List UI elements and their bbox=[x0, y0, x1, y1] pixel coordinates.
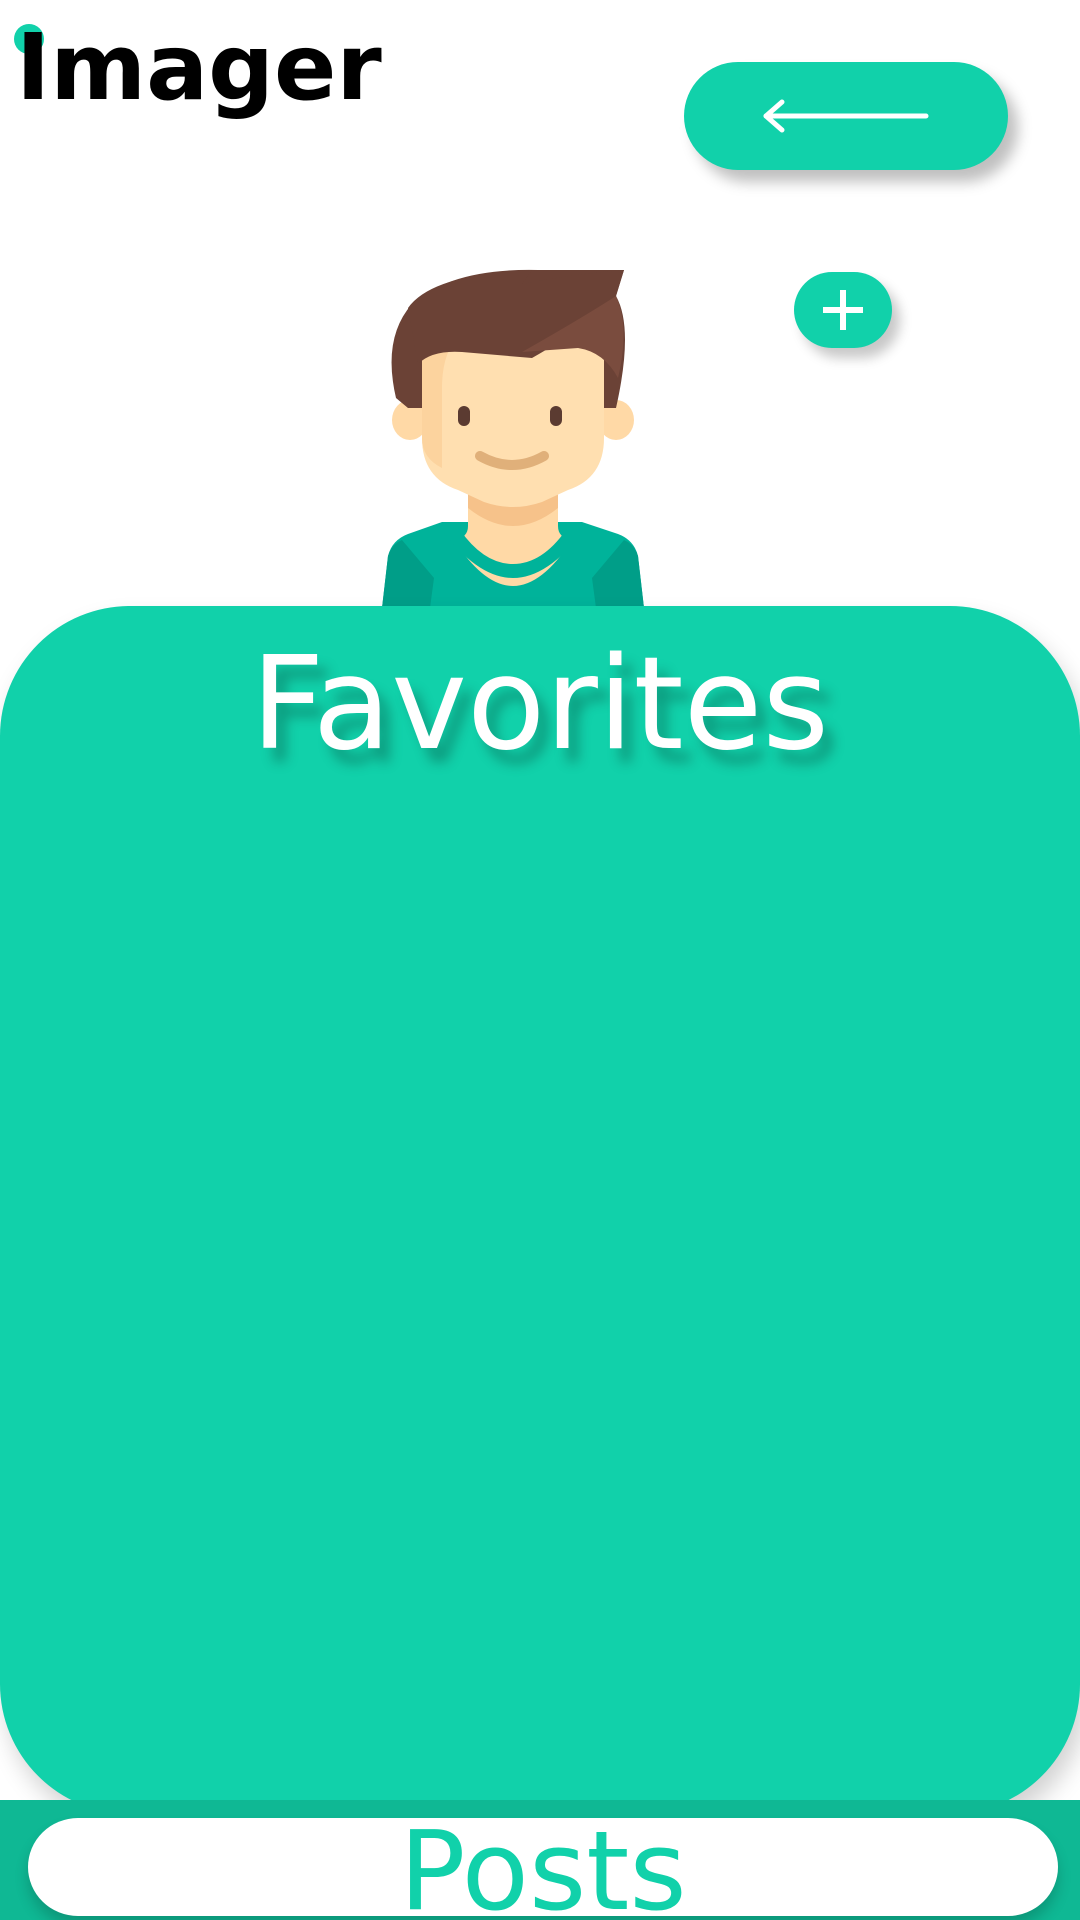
back-button[interactable] bbox=[684, 62, 1008, 170]
posts-tab[interactable]: Posts bbox=[28, 1818, 1058, 1916]
app-logo: Imager bbox=[16, 14, 382, 121]
favorites-panel: Favorites bbox=[0, 606, 1080, 1814]
add-button[interactable] bbox=[794, 272, 892, 348]
user-avatar-icon bbox=[382, 269, 644, 608]
arrow-left-icon bbox=[763, 99, 929, 133]
posts-tab-label: Posts bbox=[399, 1818, 687, 1916]
favorites-title: Favorites bbox=[250, 630, 830, 779]
plus-icon bbox=[823, 290, 863, 330]
